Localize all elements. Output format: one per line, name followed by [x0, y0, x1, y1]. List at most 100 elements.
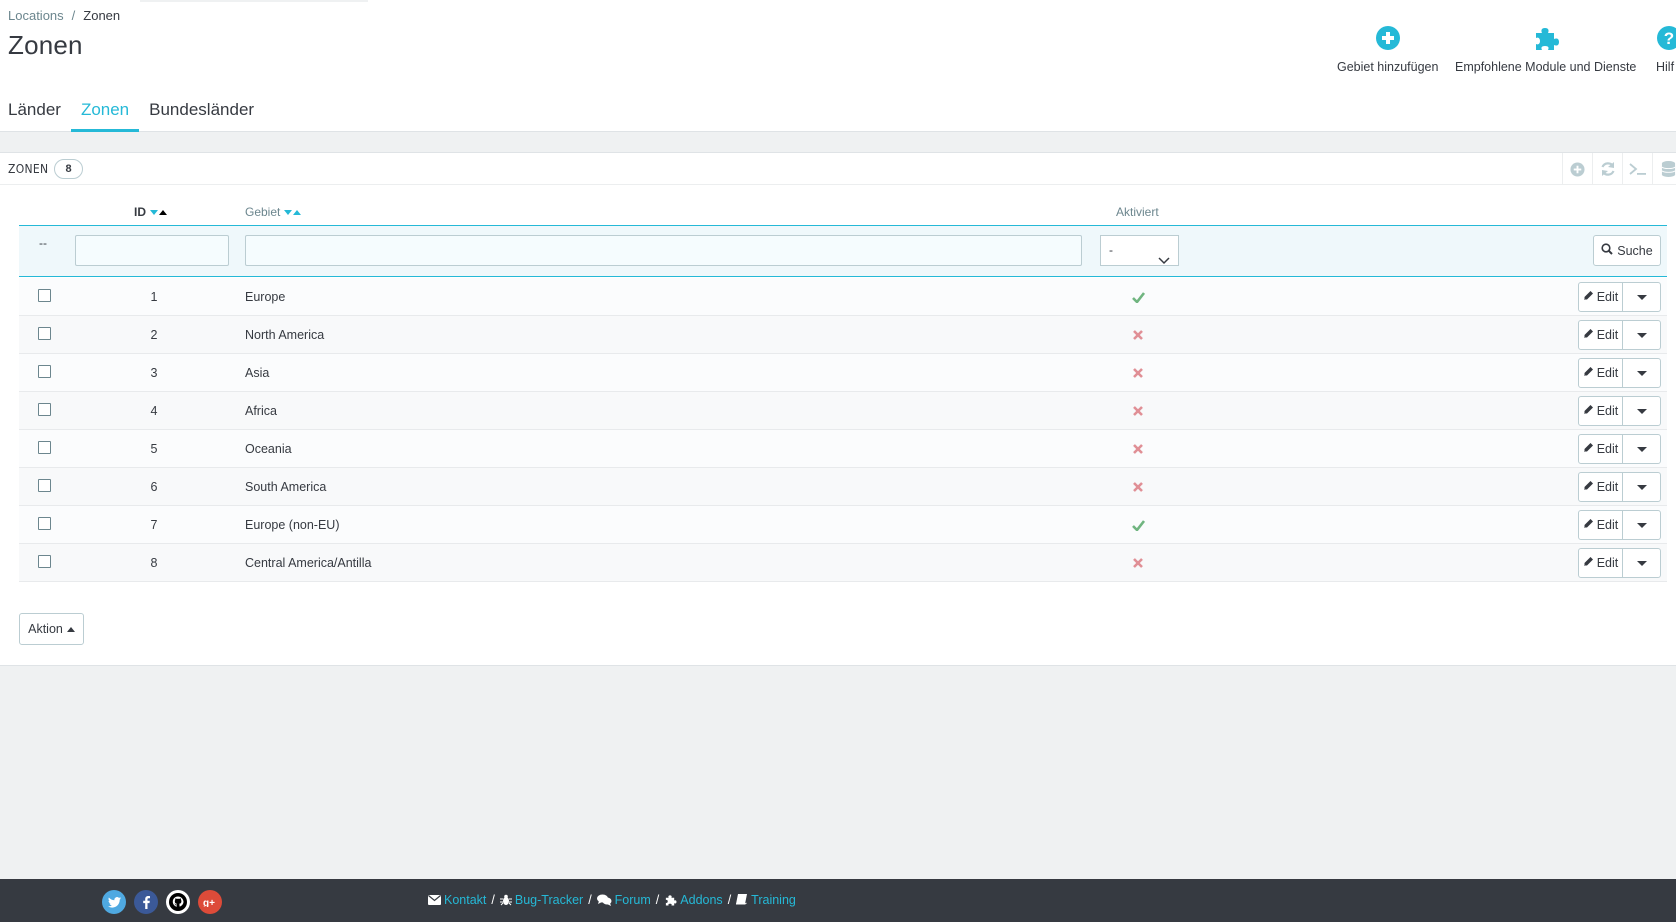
cross-icon[interactable] — [1131, 404, 1145, 418]
row-checkbox[interactable] — [38, 403, 51, 416]
add-new-icon[interactable] — [1562, 153, 1592, 185]
caret-down-icon — [1636, 370, 1647, 376]
footer-link-kontakt[interactable]: Kontakt — [428, 893, 486, 907]
footer-links: Kontakt / Bug-Tracker / Forum / Addons /… — [428, 893, 796, 907]
row-actions-dropdown[interactable] — [1623, 435, 1660, 463]
bulk-action-button[interactable]: Aktion — [19, 613, 84, 645]
sort-desc-icon[interactable] — [284, 209, 293, 215]
panel-heading: ZONEN 8 — [0, 153, 1676, 185]
refresh-icon[interactable] — [1592, 153, 1622, 185]
panel-title: ZONEN — [8, 162, 49, 176]
row-checkbox[interactable] — [38, 327, 51, 340]
row-actions-dropdown[interactable] — [1623, 359, 1660, 387]
table-row: 1 Europe Edit — [19, 278, 1667, 316]
row-actions-dropdown[interactable] — [1623, 283, 1660, 311]
terminal-icon[interactable] — [1622, 153, 1652, 185]
breadcrumb: Locations / Zonen — [8, 8, 121, 23]
row-name: Central America/Antilla — [245, 556, 372, 570]
tab-bundeslaender[interactable]: Bundesländer — [139, 98, 264, 132]
footer-link-forum[interactable]: Forum — [596, 893, 651, 907]
cross-icon[interactable] — [1131, 442, 1145, 456]
row-name: Europe (non-EU) — [245, 518, 340, 532]
row-checkbox[interactable] — [38, 479, 51, 492]
footer-link-bug-tracker[interactable]: Bug-Tracker — [499, 893, 583, 907]
table-row: 6 South America Edit — [19, 468, 1667, 506]
row-checkbox[interactable] — [38, 441, 51, 454]
filter-aktiviert-select[interactable]: - — [1100, 235, 1179, 266]
row-id: 6 — [150, 480, 158, 494]
row-actions: Edit — [1578, 548, 1661, 578]
row-actions: Edit — [1578, 358, 1661, 388]
sort-desc-icon[interactable] — [150, 209, 158, 215]
puzzle-icon — [1532, 24, 1560, 52]
row-checkbox[interactable] — [38, 289, 51, 302]
table-row: 7 Europe (non-EU) Edit — [19, 506, 1667, 544]
caret-down-icon — [1636, 408, 1647, 414]
table-row: 2 North America Edit — [19, 316, 1667, 354]
tab-laender[interactable]: Länder — [0, 98, 71, 132]
tab-zonen[interactable]: Zonen — [70, 98, 140, 132]
caret-down-icon — [1636, 560, 1647, 566]
edit-button[interactable]: Edit — [1579, 321, 1623, 349]
row-name: Asia — [245, 366, 270, 380]
edit-button[interactable]: Edit — [1579, 549, 1623, 577]
cross-icon[interactable] — [1131, 366, 1145, 380]
edit-button[interactable]: Edit — [1579, 435, 1623, 463]
add-zone-button[interactable]: Gebiet hinzufügen — [1337, 24, 1438, 74]
comments-icon — [596, 894, 612, 906]
caret-down-icon — [1636, 446, 1647, 452]
cross-icon[interactable] — [1131, 328, 1145, 342]
envelope-icon — [428, 895, 441, 905]
edit-button[interactable]: Edit — [1579, 511, 1623, 539]
add-zone-label: Gebiet hinzufügen — [1337, 60, 1439, 74]
database-icon[interactable] — [1652, 153, 1676, 185]
help-label: Hilf — [1656, 60, 1675, 74]
recommended-modules-button[interactable]: Empfohlene Module und Dienste — [1455, 24, 1636, 74]
row-actions-dropdown[interactable] — [1623, 473, 1660, 501]
filter-row: -- - Suche — [19, 225, 1667, 277]
help-button[interactable]: ? Hilf — [1656, 24, 1676, 74]
facebook-icon[interactable] — [134, 890, 158, 914]
row-checkbox[interactable] — [38, 555, 51, 568]
caret-down-icon — [1636, 332, 1647, 338]
pencil-icon — [1583, 366, 1594, 380]
row-actions-dropdown[interactable] — [1623, 397, 1660, 425]
book-icon — [736, 894, 748, 905]
toolbar: Gebiet hinzufügen Empfohlene Module und … — [0, 24, 1676, 84]
plus-circle-icon — [1374, 24, 1402, 52]
caret-down-icon — [1636, 522, 1647, 528]
footer: g+ Kontakt / Bug-Tracker / Forum / Addon… — [0, 879, 1676, 922]
sort-controls — [284, 209, 302, 215]
pencil-icon — [1583, 404, 1594, 418]
puzzle-icon — [666, 895, 677, 906]
row-actions-dropdown[interactable] — [1623, 321, 1660, 349]
row-actions-dropdown[interactable] — [1623, 549, 1660, 577]
sort-controls — [150, 209, 167, 215]
filter-gebiet-input[interactable] — [245, 235, 1082, 266]
row-actions: Edit — [1578, 320, 1661, 350]
search-button[interactable]: Suche — [1593, 235, 1661, 266]
check-icon[interactable] — [1131, 518, 1145, 532]
row-checkbox[interactable] — [38, 517, 51, 530]
google-plus-icon[interactable]: g+ — [198, 890, 222, 914]
edit-button[interactable]: Edit — [1579, 359, 1623, 387]
breadcrumb-parent[interactable]: Locations — [8, 8, 64, 23]
table-body: 1 Europe Edit 2 North America Edit 3 Asia Edit 4 A… — [19, 278, 1667, 582]
sort-asc-icon[interactable] — [293, 209, 302, 215]
filter-id-input[interactable] — [75, 235, 229, 266]
edit-button[interactable]: Edit — [1579, 397, 1623, 425]
cross-icon[interactable] — [1131, 556, 1145, 570]
row-actions-dropdown[interactable] — [1623, 511, 1660, 539]
footer-link-addons[interactable]: Addons — [664, 893, 723, 907]
github-icon[interactable] — [166, 890, 190, 914]
edit-button[interactable]: Edit — [1579, 473, 1623, 501]
twitter-icon[interactable] — [102, 890, 126, 914]
check-icon[interactable] — [1131, 290, 1145, 304]
table-row: 3 Asia Edit — [19, 354, 1667, 392]
help-icon: ? — [1656, 24, 1676, 52]
edit-button[interactable]: Edit — [1579, 283, 1623, 311]
row-checkbox[interactable] — [38, 365, 51, 378]
footer-link-training[interactable]: Training — [736, 893, 796, 907]
sort-asc-icon[interactable] — [159, 209, 167, 215]
cross-icon[interactable] — [1131, 480, 1145, 494]
